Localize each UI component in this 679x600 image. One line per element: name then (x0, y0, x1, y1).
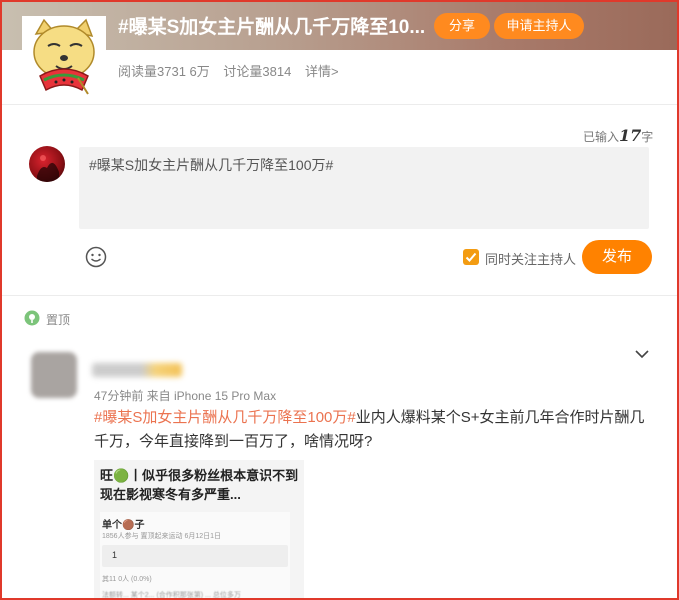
post-image[interactable]: 旺🟢丨似乎很多粉丝根本意识不到现在影视寒冬有多严重... 单个🟤子 1856人参… (94, 460, 304, 600)
checkmark-icon (465, 252, 477, 262)
composer-divider (2, 295, 677, 296)
share-button[interactable]: 分享 (434, 13, 490, 39)
follow-host-checkbox[interactable] (463, 249, 479, 265)
follow-host-label: 同时关注主持人 (485, 252, 577, 267)
counter-suffix: 字 (641, 130, 654, 144)
details-link[interactable]: 详情> (305, 64, 339, 79)
embed-poll-option: 1 (102, 545, 288, 567)
embed-title: 旺🟢丨似乎很多粉丝根本意识不到现在影视寒冬有多严重... (100, 468, 299, 502)
embed-poll-result: 其11 0人 (0.0%) (102, 576, 152, 583)
counter-prefix: 已输入 (583, 130, 620, 144)
apply-host-button[interactable]: 申请主持人 (494, 13, 584, 39)
emoji-icon[interactable] (85, 246, 107, 268)
topic-avatar (22, 16, 106, 100)
topic-title: #曝某S加女主片酬从几千万降至10... (118, 17, 426, 38)
poster-name[interactable] (92, 363, 182, 377)
discussion-count: 讨论量3814 (223, 64, 292, 79)
user-avatar[interactable] (29, 146, 65, 182)
chevron-down-icon[interactable] (634, 348, 650, 360)
post-meta: 47分钟前 来自 iPhone 15 Pro Max (94, 389, 277, 403)
post-hashtag[interactable]: #曝某S加女主片酬从几千万降至100万# (94, 409, 356, 426)
char-counter: 已输入17字 (583, 126, 653, 145)
user-avatar-image (37, 155, 59, 182)
post-composer-input[interactable]: #曝某S加女主片酬从几千万降至100万# (79, 147, 649, 229)
read-count: 阅读量3731 6万 (118, 64, 210, 79)
post-text: #曝某S加女主片酬从几千万降至100万#业内人爆料某个S+女主前几年合作时片酬几… (94, 406, 646, 454)
embed-poll-footer: 法额转... 某个2... (合作积那张第) ... 总位多万 (102, 592, 241, 599)
topic-stats: 阅读量3731 6万 讨论量3814 详情> (118, 61, 349, 80)
publish-button[interactable]: 发布 (582, 240, 652, 274)
pinned-label: 置顶 (46, 313, 71, 327)
poster-avatar[interactable] (31, 352, 77, 398)
embed-poll-card: 单个🟤子 1856人参与 置顶起来运动 6月12日1日 1 其11 0人 (0.… (100, 512, 290, 600)
embed-card-sub: 1856人参与 置顶起来运动 6月12日1日 (102, 533, 222, 540)
header-divider (2, 104, 677, 105)
embed-card-title: 单个🟤子 (102, 520, 145, 531)
counter-value: 17 (619, 126, 642, 145)
pin-icon (24, 310, 40, 326)
